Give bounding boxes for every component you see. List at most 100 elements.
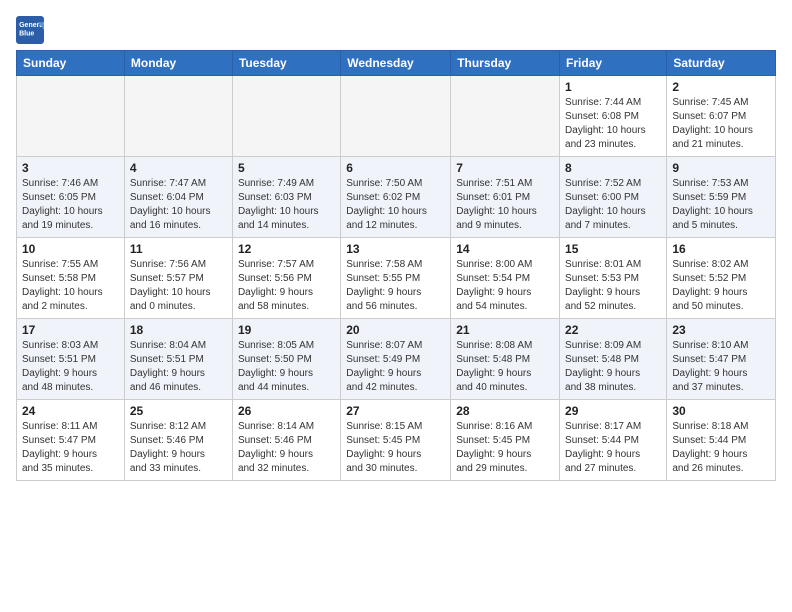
day-info: Sunrise: 8:03 AM Sunset: 5:51 PM Dayligh… — [22, 339, 119, 395]
day-info: Sunrise: 7:45 AM Sunset: 6:07 PM Dayligh… — [672, 96, 770, 152]
day-info: Sunrise: 7:50 AM Sunset: 6:02 PM Dayligh… — [346, 177, 445, 233]
day-number: 21 — [456, 323, 554, 337]
day-cell: 27 Sunrise: 8:15 AM Sunset: 5:45 PM Dayli… — [341, 400, 451, 481]
day-number: 17 — [22, 323, 119, 337]
day-number: 11 — [130, 242, 227, 256]
logo: General Blue — [16, 16, 48, 44]
day-number: 14 — [456, 242, 554, 256]
day-number: 7 — [456, 161, 554, 175]
week-row-2: 3 Sunrise: 7:46 AM Sunset: 6:05 PM Daylig… — [17, 157, 776, 238]
day-cell: 5 Sunrise: 7:49 AM Sunset: 6:03 PM Daylig… — [232, 157, 340, 238]
day-number: 10 — [22, 242, 119, 256]
weekday-sunday: Sunday — [17, 51, 125, 76]
day-number: 1 — [565, 80, 661, 94]
day-number: 5 — [238, 161, 335, 175]
weekday-wednesday: Wednesday — [341, 51, 451, 76]
day-number: 25 — [130, 404, 227, 418]
day-info: Sunrise: 8:17 AM Sunset: 5:44 PM Dayligh… — [565, 420, 661, 476]
day-cell: 28 Sunrise: 8:16 AM Sunset: 5:45 PM Dayli… — [451, 400, 560, 481]
header-section: General Blue — [16, 16, 776, 44]
day-number: 27 — [346, 404, 445, 418]
day-info: Sunrise: 8:02 AM Sunset: 5:52 PM Dayligh… — [672, 258, 770, 314]
day-number: 8 — [565, 161, 661, 175]
day-cell: 19 Sunrise: 8:05 AM Sunset: 5:50 PM Dayli… — [232, 319, 340, 400]
day-cell: 22 Sunrise: 8:09 AM Sunset: 5:48 PM Dayli… — [560, 319, 667, 400]
week-row-1: 1 Sunrise: 7:44 AM Sunset: 6:08 PM Daylig… — [17, 76, 776, 157]
day-cell: 11Sunrise: 7:56 AM Sunset: 5:57 PM Dayli… — [124, 238, 232, 319]
day-info: Sunrise: 7:46 AM Sunset: 6:05 PM Dayligh… — [22, 177, 119, 233]
day-cell — [17, 76, 125, 157]
day-cell: 10Sunrise: 7:55 AM Sunset: 5:58 PM Dayli… — [17, 238, 125, 319]
day-number: 24 — [22, 404, 119, 418]
day-number: 28 — [456, 404, 554, 418]
day-cell: 18 Sunrise: 8:04 AM Sunset: 5:51 PM Dayli… — [124, 319, 232, 400]
day-cell: 26 Sunrise: 8:14 AM Sunset: 5:46 PM Dayli… — [232, 400, 340, 481]
weekday-saturday: Saturday — [667, 51, 776, 76]
calendar-table: SundayMondayTuesdayWednesdayThursdayFrid… — [16, 50, 776, 481]
day-cell: 15Sunrise: 8:01 AM Sunset: 5:53 PM Dayli… — [560, 238, 667, 319]
day-info: Sunrise: 8:16 AM Sunset: 5:45 PM Dayligh… — [456, 420, 554, 476]
day-cell: 16 Sunrise: 8:02 AM Sunset: 5:52 PM Dayli… — [667, 238, 776, 319]
day-info: Sunrise: 8:11 AM Sunset: 5:47 PM Dayligh… — [22, 420, 119, 476]
day-number: 13 — [346, 242, 445, 256]
day-info: Sunrise: 7:49 AM Sunset: 6:03 PM Dayligh… — [238, 177, 335, 233]
day-number: 18 — [130, 323, 227, 337]
day-info: Sunrise: 8:07 AM Sunset: 5:49 PM Dayligh… — [346, 339, 445, 395]
day-cell — [232, 76, 340, 157]
day-info: Sunrise: 8:09 AM Sunset: 5:48 PM Dayligh… — [565, 339, 661, 395]
day-cell: 12 Sunrise: 7:57 AM Sunset: 5:56 PM Dayli… — [232, 238, 340, 319]
day-cell: 8 Sunrise: 7:52 AM Sunset: 6:00 PM Daylig… — [560, 157, 667, 238]
day-number: 3 — [22, 161, 119, 175]
day-number: 26 — [238, 404, 335, 418]
day-number: 9 — [672, 161, 770, 175]
day-cell: 2 Sunrise: 7:45 AM Sunset: 6:07 PM Daylig… — [667, 76, 776, 157]
day-info: Sunrise: 8:05 AM Sunset: 5:50 PM Dayligh… — [238, 339, 335, 395]
day-info: Sunrise: 8:15 AM Sunset: 5:45 PM Dayligh… — [346, 420, 445, 476]
day-cell — [451, 76, 560, 157]
calendar-body: 1 Sunrise: 7:44 AM Sunset: 6:08 PM Daylig… — [17, 76, 776, 481]
day-number: 20 — [346, 323, 445, 337]
day-info: Sunrise: 8:10 AM Sunset: 5:47 PM Dayligh… — [672, 339, 770, 395]
weekday-tuesday: Tuesday — [232, 51, 340, 76]
day-info: Sunrise: 7:53 AM Sunset: 5:59 PM Dayligh… — [672, 177, 770, 233]
day-number: 12 — [238, 242, 335, 256]
day-number: 29 — [565, 404, 661, 418]
day-info: Sunrise: 7:57 AM Sunset: 5:56 PM Dayligh… — [238, 258, 335, 314]
day-cell: 17 Sunrise: 8:03 AM Sunset: 5:51 PM Dayli… — [17, 319, 125, 400]
day-number: 19 — [238, 323, 335, 337]
weekday-friday: Friday — [560, 51, 667, 76]
svg-text:Blue: Blue — [19, 30, 34, 37]
day-cell — [124, 76, 232, 157]
day-cell: 3 Sunrise: 7:46 AM Sunset: 6:05 PM Daylig… — [17, 157, 125, 238]
day-number: 23 — [672, 323, 770, 337]
day-number: 15 — [565, 242, 661, 256]
day-info: Sunrise: 8:14 AM Sunset: 5:46 PM Dayligh… — [238, 420, 335, 476]
day-number: 6 — [346, 161, 445, 175]
weekday-monday: Monday — [124, 51, 232, 76]
logo-icon: General Blue — [16, 16, 44, 44]
weekday-header: SundayMondayTuesdayWednesdayThursdayFrid… — [17, 51, 776, 76]
day-info: Sunrise: 8:18 AM Sunset: 5:44 PM Dayligh… — [672, 420, 770, 476]
day-cell: 13 Sunrise: 7:58 AM Sunset: 5:55 PM Dayli… — [341, 238, 451, 319]
day-info: Sunrise: 7:51 AM Sunset: 6:01 PM Dayligh… — [456, 177, 554, 233]
day-info: Sunrise: 8:04 AM Sunset: 5:51 PM Dayligh… — [130, 339, 227, 395]
week-row-5: 24 Sunrise: 8:11 AM Sunset: 5:47 PM Dayli… — [17, 400, 776, 481]
day-cell: 29 Sunrise: 8:17 AM Sunset: 5:44 PM Dayli… — [560, 400, 667, 481]
day-number: 16 — [672, 242, 770, 256]
day-number: 22 — [565, 323, 661, 337]
day-info: Sunrise: 7:58 AM Sunset: 5:55 PM Dayligh… — [346, 258, 445, 314]
day-cell: 14Sunrise: 8:00 AM Sunset: 5:54 PM Dayli… — [451, 238, 560, 319]
day-number: 2 — [672, 80, 770, 94]
day-info: Sunrise: 7:44 AM Sunset: 6:08 PM Dayligh… — [565, 96, 661, 152]
day-cell: 30 Sunrise: 8:18 AM Sunset: 5:44 PM Dayli… — [667, 400, 776, 481]
weekday-thursday: Thursday — [451, 51, 560, 76]
day-cell: 7 Sunrise: 7:51 AM Sunset: 6:01 PM Daylig… — [451, 157, 560, 238]
day-cell: 20 Sunrise: 8:07 AM Sunset: 5:49 PM Dayli… — [341, 319, 451, 400]
day-number: 4 — [130, 161, 227, 175]
day-cell: 6 Sunrise: 7:50 AM Sunset: 6:02 PM Daylig… — [341, 157, 451, 238]
day-cell: 25Sunrise: 8:12 AM Sunset: 5:46 PM Dayli… — [124, 400, 232, 481]
day-info: Sunrise: 7:52 AM Sunset: 6:00 PM Dayligh… — [565, 177, 661, 233]
day-cell: 23 Sunrise: 8:10 AM Sunset: 5:47 PM Dayli… — [667, 319, 776, 400]
day-info: Sunrise: 7:47 AM Sunset: 6:04 PM Dayligh… — [130, 177, 227, 233]
day-number: 30 — [672, 404, 770, 418]
